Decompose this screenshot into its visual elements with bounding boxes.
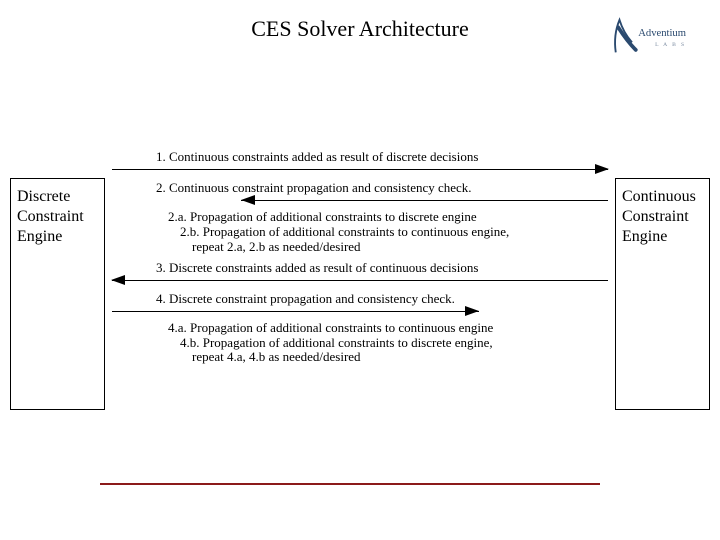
step-4a-label: 4.a. Propagation of additional constrain… [168, 321, 598, 336]
step-2c-label: repeat 2.a, 2.b as needed/desired [168, 240, 598, 255]
architecture-diagram: Discrete Constraint Engine Continuous Co… [10, 150, 710, 450]
arrow-right-icon [112, 166, 608, 175]
footer-divider [100, 483, 600, 485]
step-4-sub: 4.a. Propagation of additional constrain… [112, 319, 608, 372]
adventium-logo: Adventium L A B S [602, 16, 702, 60]
step-4c-label: repeat 4.a, 4.b as needed/desired [168, 350, 598, 365]
logo-brand-text: Adventium [638, 28, 686, 39]
step-2-label: 2. Continuous constraint propagation and… [112, 181, 608, 197]
discrete-engine-box: Discrete Constraint Engine [10, 178, 105, 410]
logo-sub-text: L A B S [655, 42, 686, 48]
arrow-left-icon [112, 197, 608, 206]
step-4-label: 4. Discrete constraint propagation and c… [112, 292, 608, 308]
arrow-left-icon [112, 277, 608, 286]
step-4b-label: 4.b. Propagation of additional constrain… [168, 336, 598, 351]
step-1-label: 1. Continuous constraints added as resul… [112, 150, 608, 166]
flow-steps: 1. Continuous constraints added as resul… [112, 150, 608, 371]
arrow-right-icon [112, 308, 608, 317]
step-3-label: 3. Discrete constraints added as result … [112, 261, 608, 277]
step-2-sub: 2.a. Propagation of additional constrain… [112, 208, 608, 261]
step-2b-label: 2.b. Propagation of additional constrain… [168, 225, 598, 240]
continuous-engine-box: Continuous Constraint Engine [615, 178, 710, 410]
step-2a-label: 2.a. Propagation of additional constrain… [168, 210, 598, 225]
